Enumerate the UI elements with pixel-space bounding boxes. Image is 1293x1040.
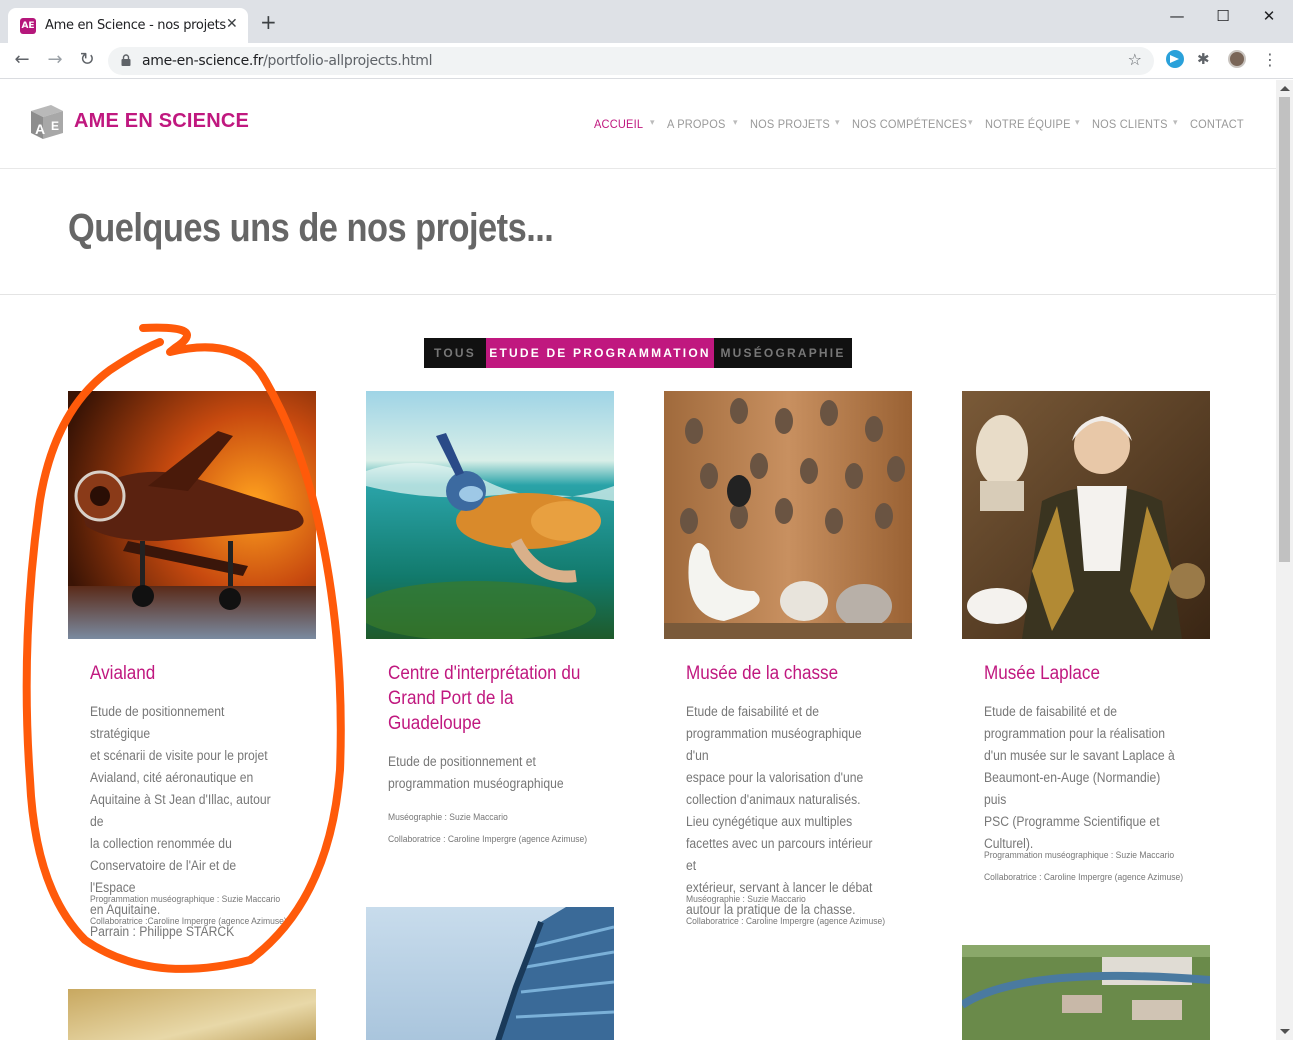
new-tab-button[interactable]: + [260, 12, 277, 32]
project-image-musee-chasse[interactable] [664, 391, 912, 639]
nav-accueil[interactable]: ACCUEIL [594, 117, 643, 131]
project-title[interactable]: Musée Laplace [984, 661, 1178, 686]
browser-toolbar: ← → ↻ ame-en-science.fr/portfolio-allpro… [0, 43, 1293, 79]
nav-separator: ▾ [968, 117, 973, 127]
url-host: ame-en-science.fr [142, 53, 264, 69]
browser-tab[interactable]: AE Ame en Science - nos projets ✕ [8, 8, 248, 43]
scroll-thumb[interactable] [1279, 97, 1290, 562]
project-image-musee-laplace[interactable] [962, 391, 1210, 639]
telegram-extension-icon[interactable] [1166, 50, 1184, 68]
forward-button[interactable]: → [44, 49, 66, 71]
page-title: Quelques uns de nos projets... [68, 206, 554, 250]
nav-nos-projets[interactable]: NOS PROJETS [750, 117, 830, 131]
nav-contact[interactable]: CONTACT [1190, 117, 1244, 131]
project-description: Etude de positionnement et programmation… [388, 754, 564, 791]
project-credits: Programmation muséographique : Suzie Mac… [984, 850, 1184, 883]
url-path: /portfolio-allprojects.html [263, 53, 433, 69]
nav-nos-clients[interactable]: NOS CLIENTS [1092, 117, 1168, 131]
filter-etude-programmation[interactable]: ETUDE DE PROGRAMMATION [486, 338, 714, 368]
page-viewport: A E AME EN SCIENCE ACCUEIL ▾ A PROPOS ▾ … [0, 80, 1276, 1040]
minimize-button[interactable]: — [1167, 7, 1187, 25]
nav-separator: ▾ [1173, 117, 1178, 127]
nav-notre-equipe[interactable]: NOTRE ÉQUIPE [985, 117, 1071, 131]
back-button[interactable]: ← [11, 49, 33, 71]
lock-icon [121, 54, 131, 66]
favicon-icon: AE [20, 18, 36, 34]
tab-title: Ame en Science - nos projets [45, 18, 226, 33]
nav-separator: ▾ [650, 117, 655, 127]
tab-strip: AE Ame en Science - nos projets ✕ + — ☐ … [0, 0, 1293, 43]
project-image-avialand[interactable] [68, 391, 316, 639]
nav-nos-competences[interactable]: NOS COMPÉTENCES [852, 117, 967, 131]
tab-close-icon[interactable]: ✕ [226, 16, 238, 32]
window-close-button[interactable]: ✕ [1259, 7, 1279, 25]
extensions-puzzle-icon[interactable]: ✱ [1197, 50, 1215, 68]
project-description: Etude de faisabilité et de programmation… [686, 704, 873, 917]
project-credits: Muséographie : Suzie Maccario Collaborat… [686, 894, 886, 927]
url-text: ame-en-science.fr/portfolio-allprojects.… [142, 53, 432, 69]
nav-separator: ▾ [733, 117, 738, 127]
project-image-next-row[interactable] [68, 989, 316, 1040]
filter-museographie[interactable]: MUSÉOGRAPHIE [714, 338, 852, 368]
project-image-next-row[interactable] [366, 907, 614, 1040]
project-image-guadeloupe[interactable] [366, 391, 614, 639]
maximize-button[interactable]: ☐ [1213, 7, 1233, 25]
title-band: Quelques uns de nos projets... [0, 169, 1276, 295]
project-image-next-row[interactable] [962, 945, 1210, 1040]
project-title[interactable]: Centre d'interprétation du Grand Port de… [388, 661, 582, 736]
nav-separator: ▾ [1075, 117, 1080, 127]
nav-separator: ▾ [835, 117, 840, 127]
filter-tous[interactable]: TOUS [424, 338, 486, 368]
profile-avatar[interactable] [1228, 50, 1246, 68]
portfolio-filters: TOUS ETUDE DE PROGRAMMATION MUSÉOGRAPHIE [424, 338, 852, 368]
vertical-scrollbar[interactable] [1276, 80, 1293, 1040]
site-header: A E AME EN SCIENCE ACCUEIL ▾ A PROPOS ▾ … [0, 80, 1276, 169]
project-credits: Programmation muséographique : Suzie Mac… [90, 894, 287, 927]
address-bar[interactable]: ame-en-science.fr/portfolio-allprojects.… [108, 47, 1154, 75]
main-nav: ACCUEIL ▾ A PROPOS ▾ NOS PROJETS ▾ NOS C… [0, 117, 1276, 135]
scroll-up-arrow[interactable] [1280, 86, 1290, 91]
reload-button[interactable]: ↻ [76, 49, 98, 71]
project-title[interactable]: Musée de la chasse [686, 661, 880, 686]
browser-menu-icon[interactable]: ⋮ [1262, 50, 1280, 69]
bookmark-star-icon[interactable]: ☆ [1128, 50, 1142, 69]
project-credits: Muséographie : Suzie Maccario Collaborat… [388, 812, 588, 845]
nav-a-propos[interactable]: A PROPOS [667, 117, 726, 131]
project-title[interactable]: Avialand [90, 661, 284, 686]
project-description: Etude de faisabilité et de programmation… [984, 704, 1175, 851]
scroll-down-arrow[interactable] [1280, 1029, 1290, 1034]
